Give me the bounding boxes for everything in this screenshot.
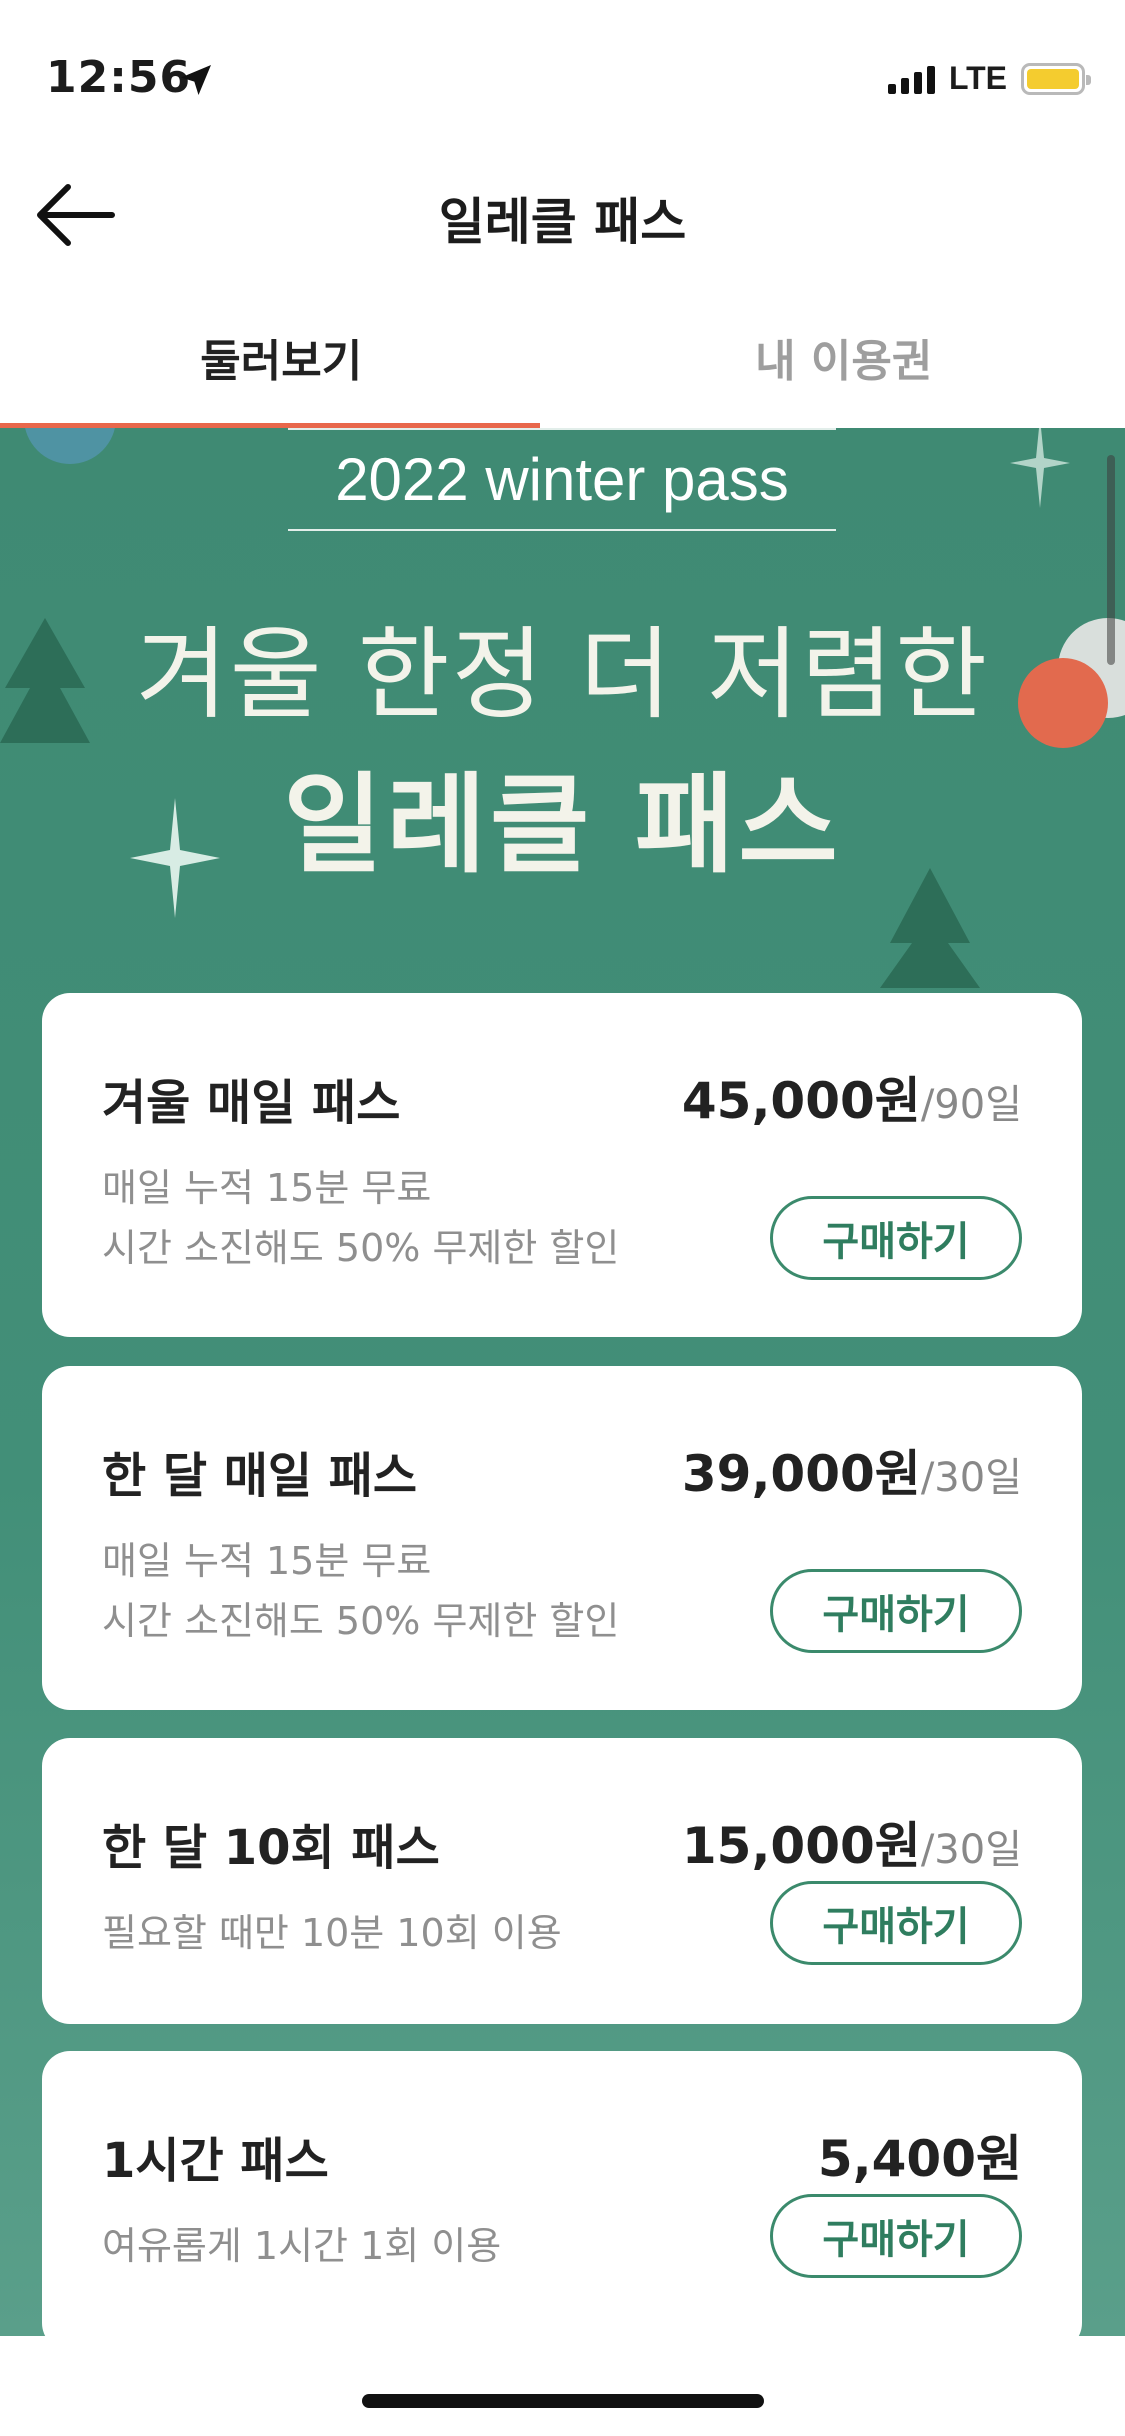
pass-name: 겨울 매일 패스 bbox=[102, 1075, 401, 1131]
signal-icon bbox=[887, 64, 935, 94]
pass-description: 여유롭게 1시간 1회 이용 bbox=[102, 2216, 501, 2276]
buy-button[interactable]: 구매하기 bbox=[770, 1881, 1022, 1965]
price-period: /90일 bbox=[920, 1082, 1022, 1128]
nav-bar: 일레클 패스 bbox=[0, 150, 1125, 280]
buy-button[interactable]: 구매하기 bbox=[770, 1196, 1022, 1280]
pass-price: 5,400원 bbox=[818, 2119, 1022, 2191]
tab-bar: 둘러보기 내 이용권 bbox=[0, 290, 1125, 430]
description-line: 필요할 때만 10분 10회 이용 bbox=[102, 1911, 562, 1955]
location-arrow-icon bbox=[181, 65, 211, 95]
pass-name: 한 달 매일 패스 bbox=[102, 1448, 418, 1504]
pass-description: 필요할 때만 10분 10회 이용 bbox=[102, 1903, 562, 1963]
network-type: LTE bbox=[948, 60, 1007, 96]
buy-button[interactable]: 구매하기 bbox=[770, 1569, 1022, 1653]
battery-level bbox=[1027, 68, 1079, 89]
description-line: 시간 소진해도 50% 무제한 할인 bbox=[102, 1599, 620, 1643]
price-amount: 39,000원 bbox=[681, 1445, 921, 1503]
home-indicator-area bbox=[0, 2336, 1125, 2436]
status-time: 12:56 bbox=[46, 52, 192, 103]
pass-card[interactable]: 겨울 매일 패스 45,000원/90일 매일 누적 15분 무료 시간 소진해… bbox=[42, 993, 1082, 1337]
page-title: 일레클 패스 bbox=[438, 193, 687, 251]
description-line: 여유롭게 1시간 1회 이용 bbox=[102, 2224, 502, 2268]
tab-my-passes-label: 내 이용권 bbox=[755, 336, 933, 387]
battery-icon bbox=[1021, 62, 1091, 95]
winter-pass-label: 2022 winter pass bbox=[288, 428, 836, 531]
pass-price: 15,000원/30일 bbox=[682, 1806, 1022, 1878]
pass-price: 39,000원/30일 bbox=[682, 1434, 1022, 1506]
description-line: 매일 누적 15분 무료 bbox=[102, 1539, 432, 1583]
pass-price: 45,000원/90일 bbox=[682, 1061, 1022, 1133]
price-period: /30일 bbox=[920, 1827, 1022, 1873]
price-amount: 5,400원 bbox=[817, 2130, 1022, 2188]
sparkle-icon bbox=[1010, 428, 1070, 508]
scrollbar[interactable] bbox=[1107, 455, 1115, 665]
banner-headline-brand: 일레클 패스 bbox=[283, 763, 842, 888]
pass-name: 한 달 10회 패스 bbox=[102, 1820, 440, 1876]
promo-banner: 2022 winter pass 겨울 한정 더 저렴한 일레클 패스 겨울 매… bbox=[0, 428, 1125, 2336]
status-indicators: LTE bbox=[887, 60, 1091, 97]
pass-card[interactable]: 한 달 10회 패스 15,000원/30일 필요할 때만 10분 10회 이용… bbox=[42, 1738, 1082, 2024]
pass-description: 매일 누적 15분 무료 시간 소진해도 50% 무제한 할인 bbox=[102, 1158, 619, 1278]
pass-name: 1시간 패스 bbox=[102, 2133, 329, 2189]
banner-headline: 겨울 한정 더 저렴한 bbox=[135, 616, 990, 733]
pass-card[interactable]: 1시간 패스 5,400원 여유롭게 1시간 1회 이용 구매하기 bbox=[42, 2051, 1082, 2336]
price-amount: 45,000원 bbox=[681, 1072, 921, 1130]
buy-button[interactable]: 구매하기 bbox=[770, 2194, 1022, 2278]
price-period: /30일 bbox=[920, 1455, 1022, 1501]
tab-my-passes[interactable]: 내 이용권 bbox=[563, 290, 1125, 424]
description-line: 시간 소진해도 50% 무제한 할인 bbox=[102, 1226, 620, 1270]
tab-browse-label: 둘러보기 bbox=[200, 336, 363, 387]
ornament-ball-icon bbox=[25, 428, 115, 464]
pass-card[interactable]: 한 달 매일 패스 39,000원/30일 매일 누적 15분 무료 시간 소진… bbox=[42, 1366, 1082, 1710]
tab-browse[interactable]: 둘러보기 bbox=[0, 290, 563, 430]
pass-description: 매일 누적 15분 무료 시간 소진해도 50% 무제한 할인 bbox=[102, 1531, 619, 1651]
description-line: 매일 누적 15분 무료 bbox=[102, 1166, 432, 1210]
price-amount: 15,000원 bbox=[681, 1817, 921, 1875]
home-indicator[interactable] bbox=[362, 2394, 764, 2408]
status-bar: 12:56 LTE bbox=[0, 0, 1125, 150]
